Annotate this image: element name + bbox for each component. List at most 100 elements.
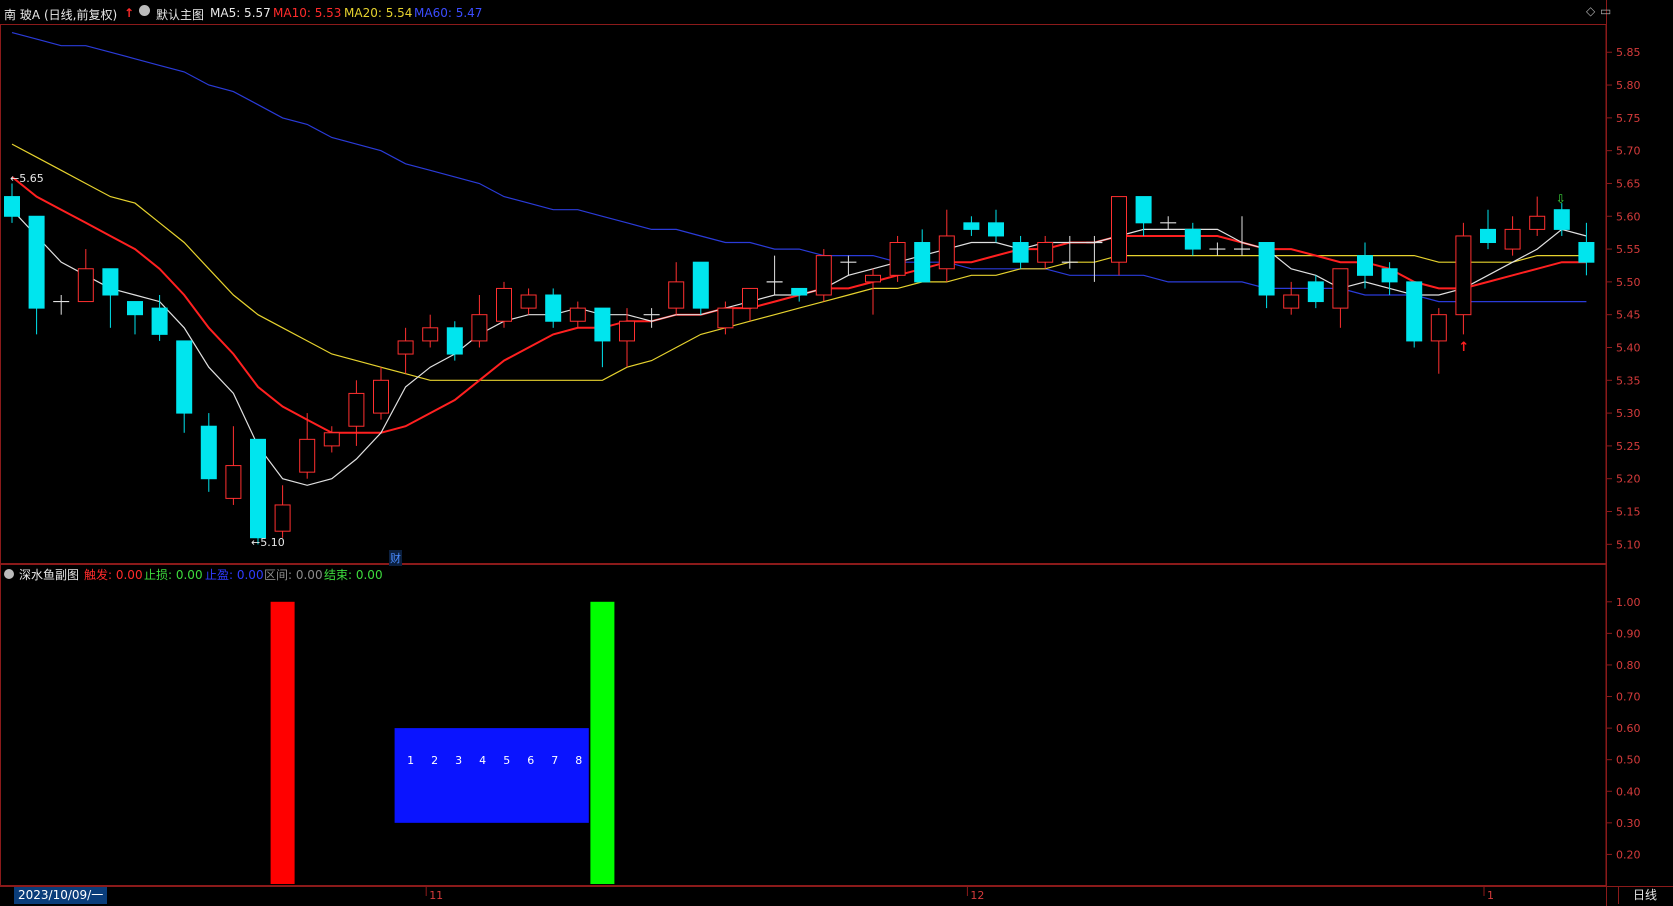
candle-body bbox=[4, 196, 20, 217]
main-chart-label[interactable]: 默认主图 bbox=[156, 6, 204, 23]
finance-marker[interactable]: 财 bbox=[389, 550, 402, 566]
candle-body bbox=[323, 432, 340, 447]
ma5-line bbox=[11, 209, 1587, 486]
candle-body bbox=[619, 320, 635, 342]
sub-tick-label: 0.60 bbox=[1616, 722, 1641, 735]
ma20-label: MA20: 5.54 bbox=[344, 6, 413, 20]
candle-body bbox=[1430, 314, 1447, 342]
diamond-icon[interactable]: ◇ bbox=[1586, 4, 1595, 18]
candle-body bbox=[274, 504, 291, 532]
stop-loss-label: 止损: 0.00 bbox=[144, 568, 203, 582]
price-tick-label: 5.70 bbox=[1616, 145, 1641, 158]
candle-body bbox=[1111, 196, 1127, 263]
stock-name[interactable]: 南 玻A bbox=[4, 6, 40, 23]
candle-body bbox=[127, 301, 143, 316]
candle-body bbox=[1357, 255, 1373, 276]
stop-profit-label: 止盈: 0.00 bbox=[205, 568, 264, 582]
trigger-label: 触发: 0.00 bbox=[84, 568, 143, 582]
candle-body bbox=[102, 268, 119, 296]
candle-body bbox=[791, 287, 808, 296]
period-label[interactable]: (日线,前复权) bbox=[44, 6, 117, 23]
candle-body bbox=[692, 261, 709, 309]
count-label: 7 bbox=[551, 754, 558, 767]
sub-tick-label: 0.90 bbox=[1616, 627, 1641, 640]
candle-body bbox=[373, 379, 389, 414]
candle-body bbox=[299, 438, 316, 473]
candle-body bbox=[914, 242, 931, 283]
candle-body bbox=[569, 307, 586, 322]
candle-body bbox=[200, 425, 217, 480]
sub-chart-title[interactable]: 深水鱼副图 bbox=[19, 566, 79, 583]
candle-body bbox=[348, 392, 365, 427]
price-tick-label: 5.30 bbox=[1616, 407, 1641, 420]
candle-body bbox=[471, 314, 488, 342]
candle-body bbox=[668, 281, 685, 309]
candle-body bbox=[1037, 242, 1054, 263]
count-label: 3 bbox=[455, 754, 462, 767]
candle-body bbox=[1504, 228, 1521, 250]
candle-body bbox=[496, 287, 512, 322]
low-price-marker: ←5.10 bbox=[251, 536, 285, 549]
sub-chart-header: 深水鱼副图 触发: 0.00 止损: 0.00 止盈: 0.00 区间: 0.0… bbox=[0, 566, 1606, 586]
candle-body bbox=[176, 340, 193, 414]
restore-icon[interactable]: ▭ bbox=[1600, 4, 1611, 18]
sub-tick-label: 1.00 bbox=[1616, 596, 1641, 609]
candle-body bbox=[28, 215, 45, 309]
candle-body bbox=[594, 307, 611, 342]
range-block bbox=[394, 728, 589, 823]
price-tick-label: 5.65 bbox=[1616, 177, 1641, 190]
candle-body bbox=[963, 222, 980, 230]
candle-body bbox=[250, 438, 266, 539]
price-tick-label: 5.85 bbox=[1616, 46, 1641, 59]
price-tick-label: 5.55 bbox=[1616, 243, 1641, 256]
price-tick-label: 5.75 bbox=[1616, 112, 1641, 125]
trigger-bar bbox=[270, 601, 295, 884]
ma5-label: MA5: 5.57 bbox=[210, 6, 271, 20]
count-label: 6 bbox=[527, 754, 534, 767]
candle-body bbox=[397, 340, 414, 355]
count-label: 1 bbox=[407, 754, 414, 767]
count-label: 2 bbox=[431, 754, 438, 767]
candle-body bbox=[77, 268, 94, 303]
candle-body bbox=[1455, 235, 1472, 316]
price-tick-label: 5.35 bbox=[1616, 374, 1641, 387]
candle-body bbox=[422, 327, 439, 342]
sub-tick-label: 0.20 bbox=[1616, 848, 1641, 861]
candle-body bbox=[865, 274, 881, 283]
count-label: 5 bbox=[503, 754, 510, 767]
sub-tick-label: 0.80 bbox=[1616, 659, 1641, 672]
candle-body bbox=[1553, 209, 1570, 230]
chart-canvas[interactable]: 5.85 5.80 5.75 5.70 5.65 5.60 5.55 5.50 5.45 5.40… bbox=[0, 0, 1673, 906]
price-tick-label: 5.25 bbox=[1616, 440, 1641, 453]
price-tick-label: 5.50 bbox=[1616, 276, 1641, 289]
main-chart-header: 南 玻A (日线,前复权) ↑ 默认主图 MA5: 5.57 MA10: 5.5… bbox=[0, 0, 1611, 26]
sub-tick-label: 0.50 bbox=[1616, 754, 1641, 767]
settings-circle-icon[interactable] bbox=[139, 5, 150, 16]
price-tick-label: 5.80 bbox=[1616, 79, 1641, 92]
candle-body bbox=[815, 255, 832, 296]
sub-tick-label: 0.70 bbox=[1616, 691, 1641, 704]
candle-body bbox=[1381, 268, 1398, 283]
price-tick-label: 5.10 bbox=[1616, 538, 1641, 551]
candle-body bbox=[1135, 196, 1152, 224]
count-label: 8 bbox=[575, 754, 582, 767]
candle-body bbox=[889, 242, 906, 276]
sub-chart-menu-icon[interactable] bbox=[4, 569, 14, 579]
price-tick-label: 5.20 bbox=[1616, 473, 1641, 486]
sub-plot-frame bbox=[0, 564, 1607, 886]
price-tick-label: 5.40 bbox=[1616, 341, 1641, 354]
end-label: 结束: 0.00 bbox=[324, 568, 383, 582]
candle-body bbox=[1258, 242, 1275, 296]
candle-body bbox=[225, 465, 242, 499]
candle-body bbox=[1307, 281, 1324, 303]
high-price-marker: ←5.65 bbox=[10, 172, 44, 185]
candle-body bbox=[1012, 242, 1029, 263]
period-button[interactable]: 日线 bbox=[1618, 887, 1671, 904]
candle-body bbox=[717, 307, 734, 329]
stock-chart-window: 5.85 5.80 5.75 5.70 5.65 5.60 5.55 5.50 5.45 5.40… bbox=[0, 0, 1673, 906]
time-axis-bar: 2023/10/09/一 日线 bbox=[0, 886, 1673, 906]
ma10-line bbox=[11, 176, 1587, 434]
cursor-date: 2023/10/09/一 bbox=[14, 887, 108, 904]
candle-body bbox=[1332, 268, 1349, 309]
candle-body bbox=[1184, 228, 1201, 250]
